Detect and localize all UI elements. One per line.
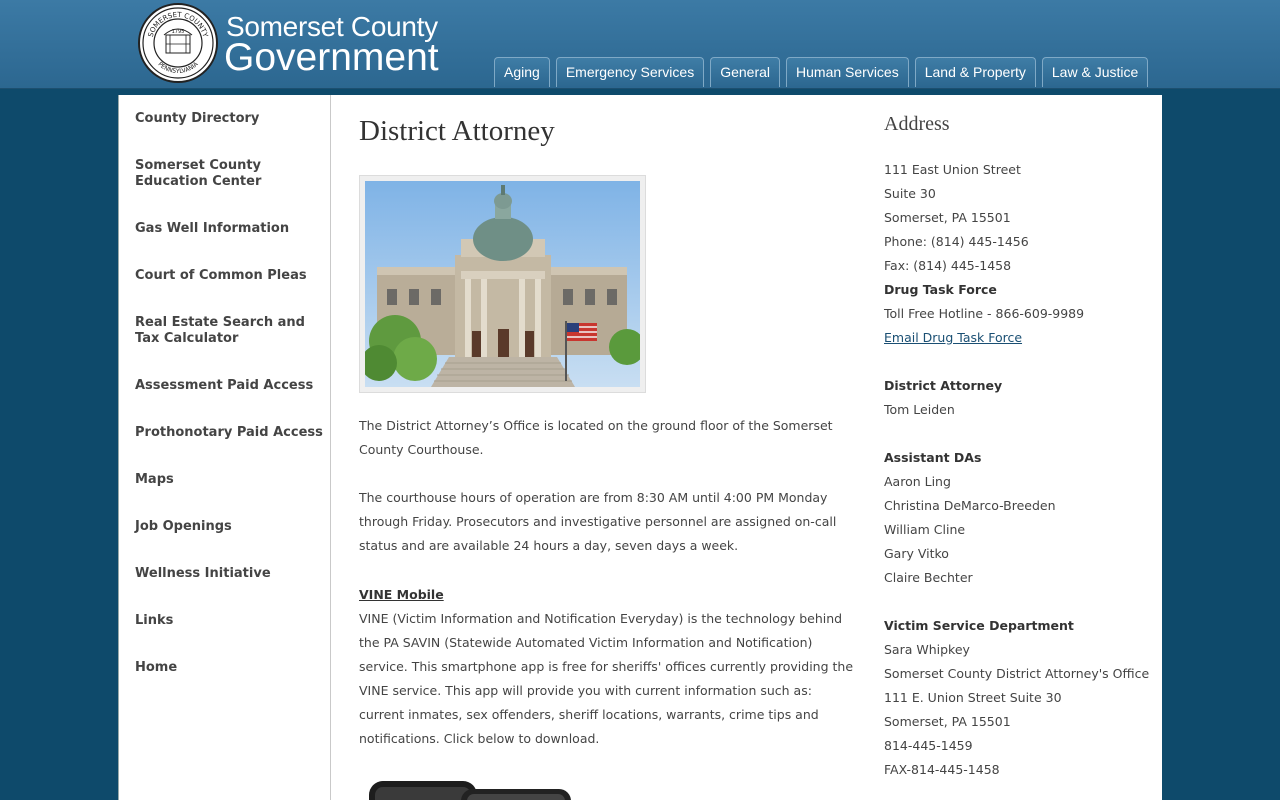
sidebar-item-court-of-common-pleas[interactable]: Court of Common Pleas [135,268,325,284]
drug-task-force-hotline: Toll Free Hotline - 866-609-9989 [884,306,1085,321]
victim-service-line: Somerset County District Attorney's Offi… [884,666,1150,681]
assistant-das-heading: Assistant DAs [884,450,982,465]
district-attorney-heading: District Attorney [884,378,1003,393]
email-drug-task-force-link[interactable]: Email Drug Task Force [884,326,1022,350]
address-line: Somerset, PA 15501 [884,210,1011,225]
courthouse-photo [359,175,646,393]
nav-tab-emergency-services[interactable]: Emergency Services [555,57,705,87]
hours-paragraph: The courthouse hours of operation are fr… [359,490,837,553]
address-line: 111 East Union Street [884,162,1021,177]
phone-number: Phone: (814) 445-1456 [884,234,1029,249]
sidebar-item-real-estate-search[interactable]: Real Estate Search and Tax Calculator [135,315,310,347]
content-container: County Directory Somerset County Educati… [118,95,1162,800]
intro-paragraph: The District Attorney’s Office is locate… [359,418,833,457]
victim-service-line: 111 E. Union Street Suite 30 [884,690,1062,705]
address-line: Suite 30 [884,186,936,201]
brand-line-2[interactable]: Government [224,36,439,80]
seal-year: 1795 [172,29,185,35]
main-nav: Aging Emergency Services General Human S… [494,57,1154,87]
sidebar-item-assessment-paid-access[interactable]: Assessment Paid Access [135,378,325,394]
assistant-da-name: William Cline [884,522,966,537]
assistant-da-name: Gary Vitko [884,546,949,561]
sidebar-item-maps[interactable]: Maps [135,472,325,488]
address-heading: Address [884,113,950,135]
page-title: District Attorney [359,115,555,147]
sidebar-item-job-openings[interactable]: Job Openings [135,519,325,535]
sidebar-nav: County Directory Somerset County Educati… [118,95,331,800]
nav-tab-land-property[interactable]: Land & Property [914,57,1036,87]
victim-service-line: Somerset, PA 15501 [884,714,1011,729]
victim-service-fax: FAX-814-445-1458 [884,762,1000,777]
assistant-da-name: Christina DeMarco-Breeden [884,498,1056,513]
sidebar-item-home[interactable]: Home [135,660,325,676]
victim-service-phone: 814-445-1459 [884,738,973,753]
assistant-da-name: Claire Bechter [884,570,973,585]
nav-tab-human-services[interactable]: Human Services [786,57,909,87]
sidebar-item-prothonotary-paid-access[interactable]: Prothonotary Paid Access [135,425,325,441]
sidebar-item-education-center[interactable]: Somerset County Education Center [135,158,325,190]
nav-tab-law-justice[interactable]: Law & Justice [1041,57,1149,87]
courthouse-image [365,181,640,387]
sidebar-item-county-directory[interactable]: County Directory [135,111,325,127]
victim-service-line: Sara Whipkey [884,642,970,657]
nav-tab-general[interactable]: General [710,57,781,87]
victim-service-heading: Victim Service Department [884,618,1074,633]
vine-description: VINE (Victim Information and Notificatio… [359,611,854,746]
site-header: SOMERSET COUNTY PENNSYLVANIA 1795 Somers… [0,0,1280,89]
assistant-da-name: Aaron Ling [884,474,951,489]
sidebar-item-wellness-initiative[interactable]: Wellness Initiative [135,566,325,582]
vine-app-phones-image[interactable] [365,777,585,800]
sidebar-item-gas-well-information[interactable]: Gas Well Information [135,221,325,237]
sidebar-item-links[interactable]: Links [135,613,325,629]
district-attorney-name: Tom Leiden [884,402,955,417]
nav-tab-aging[interactable]: Aging [494,57,550,87]
drug-task-force-heading: Drug Task Force [884,282,997,297]
vine-mobile-link[interactable]: VINE Mobile [359,583,444,607]
fax-number: Fax: (814) 445-1458 [884,258,1012,273]
county-seal-logo[interactable]: SOMERSET COUNTY PENNSYLVANIA 1795 [138,3,218,83]
